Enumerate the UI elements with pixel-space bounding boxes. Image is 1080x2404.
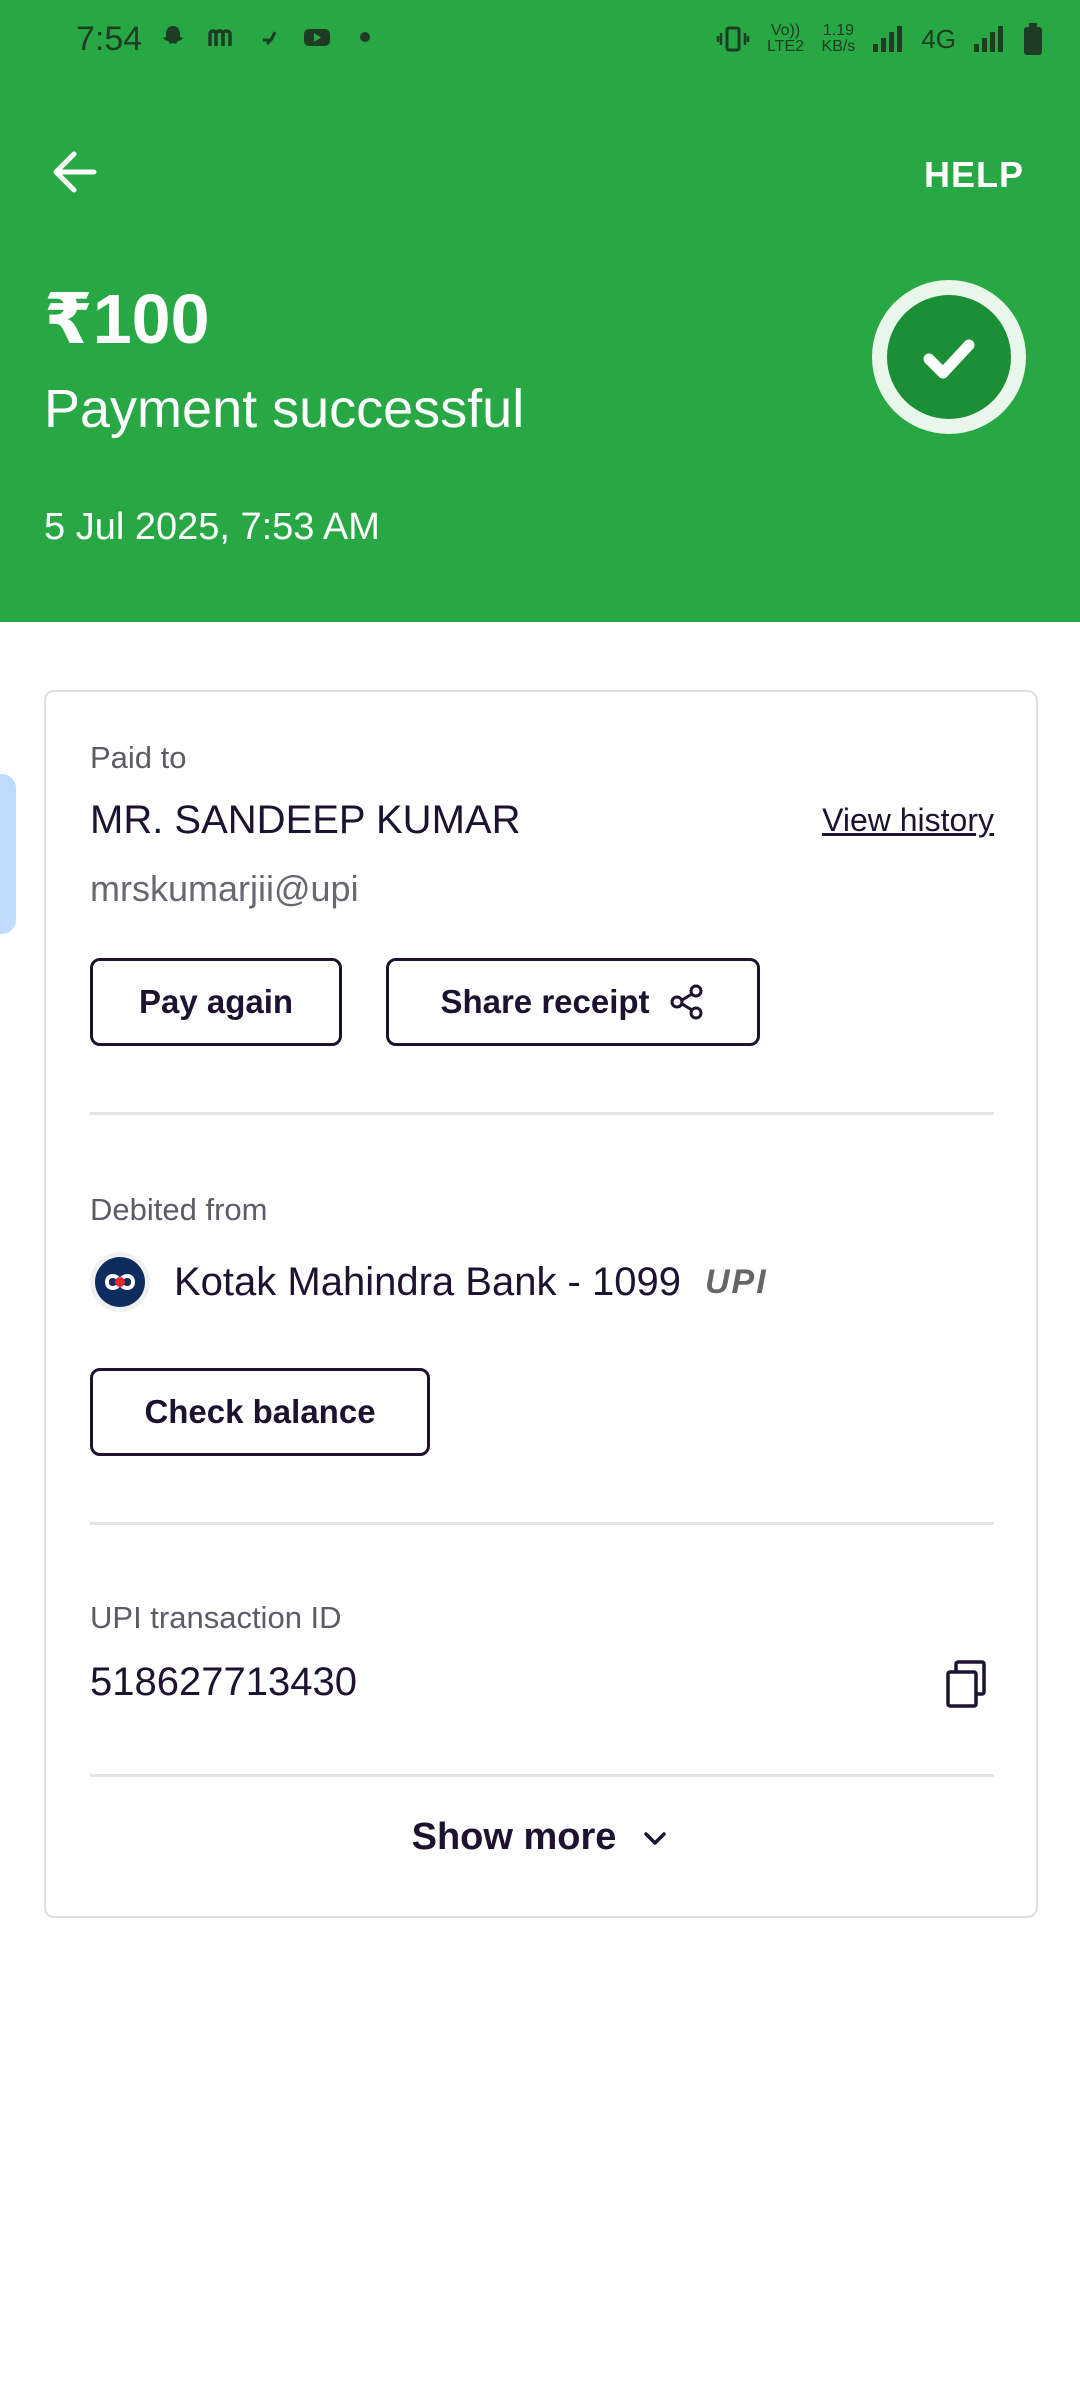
bank-account-row: Kotak Mahindra Bank - 1099 UPI <box>90 1252 768 1312</box>
view-history-link[interactable]: View history <box>822 802 994 839</box>
snapchat-icon <box>163 26 183 44</box>
status-time: 7:54 <box>76 20 143 58</box>
divider <box>90 1112 994 1115</box>
chevron-down-icon <box>644 1831 667 1845</box>
youtube-icon <box>304 29 330 46</box>
divider <box>90 1774 994 1777</box>
payment-status: Payment successful <box>44 379 525 439</box>
payment-amount: ₹100 <box>44 280 210 358</box>
back-arrow-icon[interactable] <box>44 140 108 204</box>
paid-to-label: Paid to <box>90 740 187 775</box>
help-button[interactable]: HELP <box>924 154 1024 196</box>
copy-icon[interactable] <box>944 1658 992 1710</box>
system-status: Vo)) LTE2 1.19 KB/s 4G <box>716 22 1044 56</box>
dot-icon <box>360 32 370 42</box>
payee-name: MR. SANDEEP KUMAR <box>90 798 521 842</box>
payee-upi-id: mrskumarjii@upi <box>90 868 359 909</box>
kotak-bank-logo <box>90 1252 150 1312</box>
share-icon <box>670 984 703 1020</box>
upi-transaction-id: 518627713430 <box>90 1660 357 1704</box>
signal-icon <box>873 26 903 52</box>
check-circle-icon <box>872 280 1026 434</box>
signal-icon-2 <box>974 26 1003 52</box>
network-type: 4G <box>921 23 956 54</box>
debited-from-label: Debited from <box>90 1192 268 1227</box>
vibrate-icon <box>716 26 749 52</box>
pay-again-button[interactable]: Pay again <box>90 958 342 1046</box>
check-balance-button[interactable]: Check balance <box>90 1368 430 1456</box>
upi-transaction-id-label: UPI transaction ID <box>90 1600 342 1635</box>
battery-icon <box>1024 23 1042 55</box>
divider <box>90 1522 994 1525</box>
bank-account-name: Kotak Mahindra Bank - 1099 <box>174 1259 681 1304</box>
transaction-card: Paid to MR. SANDEEP KUMAR View history m… <box>44 690 1038 1918</box>
payment-datetime: 5 Jul 2025, 7:53 AM <box>44 506 380 548</box>
volte-indicator: Vo)) LTE2 <box>766 22 805 55</box>
side-handle[interactable] <box>0 774 16 934</box>
payment-header: 7:54 Vo)) LTE2 1.19 KB/s 4G HELP ₹100 Pa… <box>0 0 1080 622</box>
m-app-icon <box>208 29 232 46</box>
status-bar: 7:54 Vo)) LTE2 1.19 KB/s 4G <box>0 0 1080 88</box>
payment-app-icon <box>263 31 277 45</box>
upi-logo: UPI <box>704 1262 768 1301</box>
share-receipt-button[interactable]: Share receipt <box>386 958 760 1046</box>
show-more-button[interactable]: Show more <box>46 1816 1036 1859</box>
notification-icons <box>158 22 380 52</box>
network-speed: 1.19 KB/s <box>821 22 856 55</box>
